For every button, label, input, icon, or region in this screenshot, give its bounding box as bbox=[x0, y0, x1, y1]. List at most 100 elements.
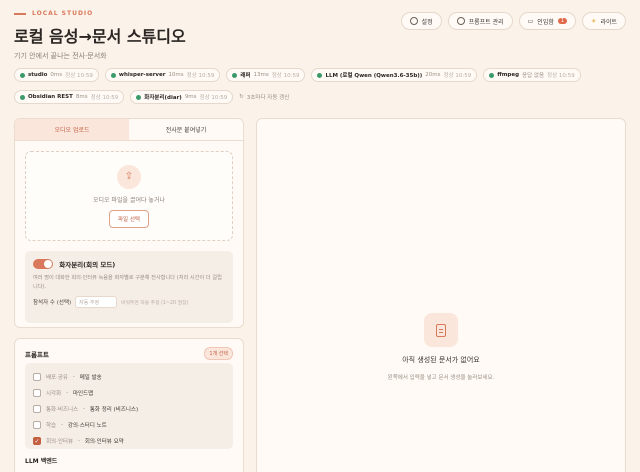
refresh-icon: ↻ bbox=[239, 94, 244, 100]
tab-paste-transcript[interactable]: 전사문 붙여넣기 bbox=[129, 119, 243, 140]
prompt-name: 통화 정리 (비즈니스) bbox=[89, 407, 139, 413]
status-state: 정상 10:59 bbox=[186, 73, 215, 79]
header: LOCAL STUDIO 로컬 음성→문서 스튜디오 기기 안에서 끝나는 전사… bbox=[14, 10, 626, 60]
status-dot-icon bbox=[20, 72, 25, 78]
settings-button[interactable]: 설정 bbox=[400, 12, 442, 30]
diarization-toggle[interactable] bbox=[33, 259, 53, 269]
prompt-category: 회의·인터뷰 bbox=[46, 439, 74, 445]
empty-title: 아직 생성된 문서가 없어요 bbox=[402, 356, 480, 364]
empty-desc: 왼쪽에서 입력을 넣고 문서 생성을 눌러보세요. bbox=[387, 375, 495, 381]
upload-icon: ⇪ bbox=[117, 164, 141, 189]
status-chip: LLM (로컬 Qwen (Qwen3.6-35b)) 20ms 정상 10:5… bbox=[311, 68, 478, 82]
result-panel: 아직 생성된 문서가 없어요 왼쪽에서 입력을 넣고 문서 생성을 눌러보세요. bbox=[256, 118, 626, 472]
checkbox[interactable] bbox=[33, 405, 41, 413]
llm-backend-label: LLM 백엔드 bbox=[25, 458, 58, 465]
attendee-count-label: 참석자 수 (선택) bbox=[33, 300, 72, 306]
gear-icon bbox=[456, 17, 465, 25]
status-state: 정상 10:59 bbox=[443, 73, 472, 79]
prompt-item[interactable]: 배포·공유 · 메일 발송 bbox=[33, 369, 225, 385]
status-chip: Obsidian REST 8ms 정상 10:59 bbox=[14, 90, 125, 104]
prompt-item[interactable]: 통화·비즈니스 · 통화 정리 (비즈니스) bbox=[33, 401, 225, 417]
prompt-name: 강의·스터디 노트 bbox=[67, 423, 107, 429]
status-latency: 13ms bbox=[253, 72, 269, 78]
status-latency: 9ms bbox=[184, 94, 197, 100]
upload-panel: 오디오 업로드 전사문 붙여넣기 ⇪ 오디오 파일을 끌어다 놓거나 파일 선택… bbox=[14, 118, 244, 328]
checkbox[interactable] bbox=[33, 373, 41, 381]
select-file-button[interactable]: 파일 선택 bbox=[109, 209, 149, 228]
status-row-1: studio 0ms 정상 10:59 whisper-server 10ms … bbox=[14, 68, 581, 82]
status-name: ffmpeg bbox=[497, 72, 520, 78]
top-actions: 설정 프롬프트 관리 ▭ 인입함 1 ☀ 라이트 bbox=[400, 12, 626, 30]
attendee-count-row: 참석자 수 (선택) 자동 추정 비워두면 자동 추정 (1~20 권장) bbox=[33, 296, 225, 308]
prompt-list: 배포·공유 · 메일 발송 시각화 · 마인드맵 통화·비즈니스 · 통화 정리 (비… bbox=[25, 363, 233, 449]
status-state: 정상 10:59 bbox=[65, 73, 93, 79]
checkbox[interactable] bbox=[33, 389, 41, 397]
refresh-text: 3초마다 자동 갱신 bbox=[246, 95, 290, 101]
prompt-item[interactable]: 학습 · 강의·스터디 노트 bbox=[33, 417, 225, 433]
diarization-box: 화자분리(회의 모드) 여러 명이 대화한 회의·인터뷰 녹음을 화자별로 구분… bbox=[25, 251, 233, 323]
prompt-selected-badge: 1개 선택 bbox=[204, 347, 233, 360]
gear-icon bbox=[409, 17, 418, 25]
audio-dropzone[interactable]: ⇪ 오디오 파일을 끌어다 놓거나 파일 선택 bbox=[25, 151, 233, 241]
status-latency: 응답 없음 bbox=[522, 73, 545, 79]
prompt-category: 통화·비즈니스 bbox=[46, 407, 79, 413]
status-latency: 10ms bbox=[168, 72, 184, 78]
status-state: 정상 10:59 bbox=[90, 95, 119, 101]
status-dot-icon bbox=[136, 94, 142, 100]
status-state: 정상 10:59 bbox=[199, 95, 228, 101]
prompt-manage-button[interactable]: 프롬프트 관리 bbox=[447, 12, 513, 30]
prompt-category: 배포·공유 bbox=[46, 375, 68, 381]
status-dot-icon bbox=[232, 72, 238, 78]
status-latency: 0ms bbox=[50, 72, 63, 78]
status-latency: 8ms bbox=[75, 94, 88, 100]
status-row-2: Obsidian REST 8ms 정상 10:59 화자분리(diar) 9m… bbox=[14, 90, 289, 104]
status-dot-icon bbox=[110, 72, 116, 78]
status-name: Obsidian REST bbox=[28, 94, 73, 100]
status-latency: 20ms bbox=[425, 72, 441, 78]
sun-icon: ☀ bbox=[591, 17, 597, 25]
upload-tabs: 오디오 업로드 전사문 붙여넣기 bbox=[15, 119, 243, 141]
prompt-section-title: 프롬프트 bbox=[25, 351, 49, 359]
prompt-manage-label: 프롬프트 관리 bbox=[468, 18, 504, 26]
checkbox-checked[interactable]: ✓ bbox=[33, 437, 41, 445]
dropzone-text: 오디오 파일을 끌어다 놓거나 bbox=[93, 196, 165, 204]
prompt-category: 학습 bbox=[46, 423, 57, 429]
status-chip: 래퍼 13ms 정상 10:59 bbox=[226, 68, 306, 82]
inbox-icon: ▭ bbox=[527, 17, 534, 25]
attendee-count-input[interactable]: 자동 추정 bbox=[75, 296, 118, 308]
status-chip: ffmpeg 응답 없음 정상 10:59 bbox=[483, 68, 581, 82]
prompt-item[interactable]: 시각화 · 마인드맵 bbox=[33, 385, 225, 401]
inbox-count-badge: 1 bbox=[557, 18, 568, 24]
checkbox[interactable] bbox=[33, 421, 41, 429]
theme-label: 라이트 bbox=[600, 18, 617, 26]
prompt-name: 마인드맵 bbox=[72, 391, 94, 397]
status-name: studio bbox=[28, 72, 48, 78]
brand-bar bbox=[14, 12, 26, 15]
status-name: LLM (로컬 Qwen (Qwen3.6-35b)) bbox=[325, 73, 423, 79]
status-chip: 화자분리(diar) 9ms 정상 10:59 bbox=[130, 90, 234, 104]
diarization-title: 화자분리(회의 모드) bbox=[59, 261, 116, 269]
prompt-panel: 프롬프트 1개 선택 배포·공유 · 메일 발송 시각화 · 마인드맵 통화·비즈니… bbox=[14, 338, 244, 472]
settings-label: 설정 bbox=[421, 18, 433, 26]
status-chip: whisper-server 10ms 정상 10:59 bbox=[104, 68, 221, 82]
theme-toggle-button[interactable]: ☀ 라이트 bbox=[582, 12, 626, 30]
tab-audio-upload[interactable]: 오디오 업로드 bbox=[15, 119, 129, 140]
brand-label: LOCAL STUDIO bbox=[32, 10, 94, 17]
status-dot-icon bbox=[317, 72, 323, 78]
status-name: 화자분리(diar) bbox=[144, 95, 182, 101]
inbox-label: 인입함 bbox=[537, 18, 554, 26]
status-dot-icon bbox=[20, 94, 25, 100]
status-name: 래퍼 bbox=[240, 73, 251, 79]
empty-state: 아직 생성된 문서가 없어요 왼쪽에서 입력을 넣고 문서 생성을 눌러보세요. bbox=[257, 313, 625, 381]
attendee-count-placeholder: 자동 추정 bbox=[79, 299, 100, 306]
prompt-item[interactable]: ✓ 회의·인터뷰 · 회의·인터뷰 요약 bbox=[33, 433, 225, 449]
status-name: whisper-server bbox=[118, 72, 166, 78]
attendee-count-hint: 비워두면 자동 추정 (1~20 권장) bbox=[121, 300, 189, 306]
auto-refresh-indicator: ↻ 3초마다 자동 갱신 bbox=[239, 93, 289, 101]
inbox-button[interactable]: ▭ 인입함 1 bbox=[518, 12, 577, 30]
status-state: 정상 10:59 bbox=[547, 73, 575, 79]
status-state: 정상 10:59 bbox=[271, 73, 300, 79]
status-chip: studio 0ms 정상 10:59 bbox=[14, 68, 99, 82]
diarization-desc: 여러 명이 대화한 회의·인터뷰 녹음을 화자별로 구분해 전사합니다 (처리 … bbox=[33, 275, 222, 290]
prompt-category: 시각화 bbox=[46, 391, 62, 397]
